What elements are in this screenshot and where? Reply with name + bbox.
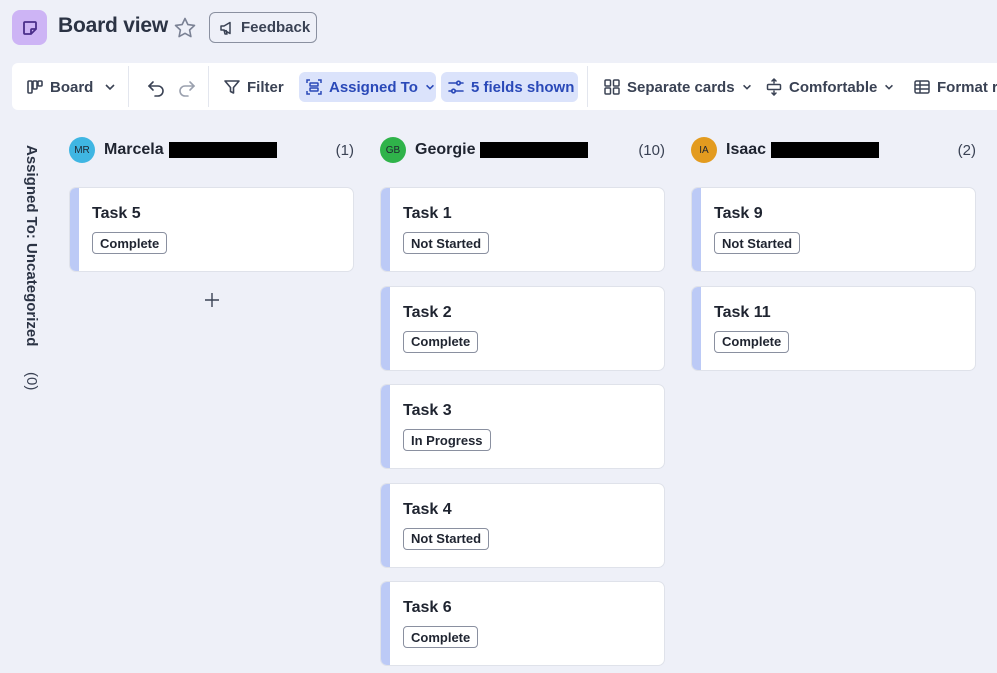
undo-icon (147, 81, 164, 97)
filter-icon (224, 80, 240, 94)
column-count: (1) (335, 142, 354, 159)
task-card[interactable]: Task 11 Complete (691, 285, 976, 371)
status-badge: Complete (403, 330, 479, 353)
column-name: Isaac (726, 141, 767, 158)
redacted-name (168, 142, 277, 158)
filter-button[interactable]: Filter (217, 72, 290, 102)
board-label: Board (50, 78, 94, 96)
filter-label: Filter (247, 78, 284, 96)
toolbar-divider (587, 66, 588, 107)
card-title: Task 2 (403, 303, 452, 321)
status-badge: Complete (92, 232, 168, 254)
card-title: Task 4 (403, 500, 452, 518)
board-view-dropdown[interactable]: Board (20, 72, 123, 102)
chevron-down-icon (105, 84, 115, 91)
toolbar-divider (128, 66, 129, 107)
cards-icon (604, 79, 620, 95)
card-title: Task 6 (403, 599, 452, 616)
redacted-name (771, 142, 880, 158)
status-badge: Not Started (403, 232, 490, 254)
density-dropdown[interactable]: Comfortable (759, 72, 901, 102)
toolbar: Board Filter Assigned To 5 fields shown … (12, 63, 997, 110)
task-card[interactable]: Task 6 Complete (380, 581, 665, 666)
group-label: Assigned To (329, 78, 418, 96)
add-card-button[interactable] (69, 285, 354, 315)
status-badge: Not Started (714, 232, 801, 254)
task-card[interactable]: Task 3 In Progress (380, 384, 665, 469)
status-badge: Complete (714, 330, 790, 353)
card-title: Task 9 (714, 205, 763, 222)
chevron-down-icon (425, 84, 434, 90)
uncategorized-group[interactable]: Assigned To: Uncategorized (0) (23, 145, 45, 395)
sliders-icon (448, 80, 464, 94)
task-card[interactable]: Task 4 Not Started (380, 482, 665, 568)
page-header: Board view Feedback (0, 0, 997, 56)
megaphone-icon (220, 21, 231, 35)
density-label: Comfortable (789, 78, 878, 96)
chevron-down-icon (885, 84, 894, 90)
card-title: Task 11 (714, 303, 771, 321)
card-title: Task 5 (92, 205, 141, 222)
table-icon (914, 80, 930, 94)
column-header: IA Isaac (2) (691, 132, 976, 168)
redo-icon (179, 81, 196, 97)
redacted-name (480, 142, 589, 158)
feedback-button[interactable]: Feedback (209, 12, 317, 43)
status-badge: Complete (403, 626, 479, 648)
task-card[interactable]: Task 9 Not Started (691, 187, 976, 272)
group-icon (306, 79, 322, 95)
card-title: Task 3 (403, 402, 452, 419)
board-column-georgie: GB Georgie (10) Task 1 Not Started Task … (380, 132, 665, 673)
column-header: MR Marcela (1) (69, 132, 354, 168)
task-card[interactable]: Task 2 Complete (380, 285, 665, 371)
avatar: IA (691, 137, 717, 163)
format-button[interactable]: Format r (907, 72, 997, 102)
page-title: Board view (58, 14, 169, 37)
density-icon (766, 78, 782, 96)
fields-label: 5 fields shown (471, 78, 575, 96)
undo-button[interactable] (140, 72, 172, 102)
note-icon[interactable] (12, 10, 47, 45)
group-by-dropdown[interactable]: Assigned To (299, 72, 436, 102)
fields-button[interactable]: 5 fields shown (441, 72, 578, 102)
card-title: Task 1 (403, 205, 452, 222)
board-column-isaac: IA Isaac (2) Task 9 Not Started Task 11 … (691, 132, 976, 384)
status-badge: In Progress (403, 429, 491, 451)
uncategorized-label: Assigned To: Uncategorized (23, 145, 40, 347)
column-name: Marcela (104, 141, 164, 158)
uncategorized-count: (0) (23, 372, 40, 391)
column-count: (2) (957, 142, 976, 159)
task-card[interactable]: Task 5 Complete (69, 187, 354, 272)
feedback-label: Feedback (241, 19, 311, 36)
avatar: MR (69, 137, 95, 163)
status-badge: Not Started (403, 527, 490, 550)
format-label: Format r (937, 78, 997, 96)
board-icon (27, 80, 43, 94)
chevron-down-icon (742, 84, 751, 90)
column-name: Georgie (415, 141, 476, 158)
column-count: (10) (638, 142, 665, 159)
card-layout-label: Separate cards (627, 78, 735, 96)
star-icon[interactable] (172, 15, 198, 41)
board-column-marcela: MR Marcela (1) Task 5 Complete (69, 132, 354, 307)
task-card[interactable]: Task 1 Not Started (380, 187, 665, 272)
avatar: GB (380, 137, 406, 163)
redo-button[interactable] (171, 72, 203, 102)
plus-icon (204, 293, 219, 307)
toolbar-divider (208, 66, 209, 107)
column-header: GB Georgie (10) (380, 132, 665, 168)
card-layout-dropdown[interactable]: Separate cards (597, 72, 759, 102)
